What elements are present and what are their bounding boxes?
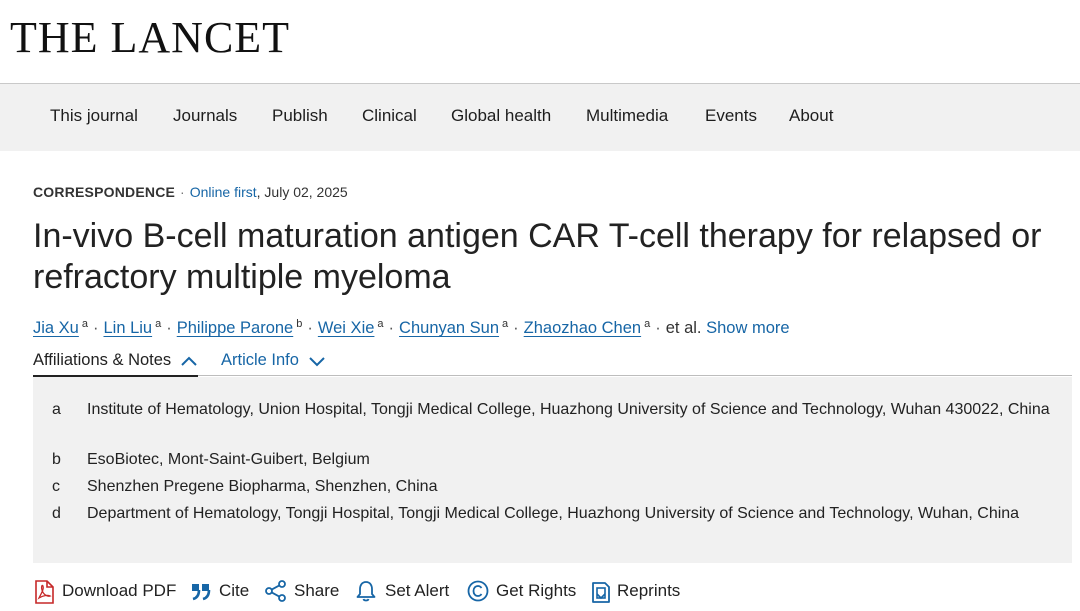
affiliation-letter: b — [52, 451, 61, 468]
share-button[interactable]: Share — [265, 578, 341, 604]
author-affiliation-marker: a — [155, 318, 162, 330]
tab-label: Affiliations & Notes — [33, 351, 172, 369]
cite-button[interactable]: Cite — [191, 578, 251, 604]
get-rights-label: Get Rights — [496, 581, 577, 600]
affiliation-letter: a — [52, 401, 61, 418]
online-first-link[interactable]: Online first — [190, 184, 257, 200]
show-more-authors-button[interactable]: Show more — [706, 319, 789, 337]
share-label: Share — [294, 581, 340, 600]
copyright-icon — [467, 580, 489, 602]
bell-icon — [356, 581, 376, 602]
nav-item-multimedia[interactable]: Multimedia — [586, 105, 668, 127]
masthead: THE LANCET — [0, 0, 1080, 84]
author-link[interactable]: Philippe Parone — [177, 319, 294, 337]
author-separator: · — [307, 319, 313, 337]
get-rights-button[interactable]: Get Rights — [467, 578, 577, 604]
nav-item-global-health[interactable]: Global health — [451, 105, 551, 127]
author-link[interactable]: Chunyan Sun — [399, 319, 499, 337]
author-link[interactable]: Lin Liu — [103, 319, 152, 337]
nav-item-journals[interactable]: Journals — [173, 105, 237, 127]
lancet-logo[interactable]: THE LANCET — [10, 14, 290, 62]
meta-separator: · — [180, 184, 185, 200]
affiliations-panel: a Institute of Hematology, Union Hospita… — [33, 377, 1072, 563]
author-separator: · — [166, 319, 172, 337]
nav-item-clinical[interactable]: Clinical — [362, 105, 417, 127]
share-icon — [265, 580, 286, 602]
chevron-up-icon — [181, 356, 197, 366]
main-nav: This journal Journals Publish Clinical G… — [0, 84, 1080, 151]
reprints-button[interactable]: Reprints — [590, 578, 682, 604]
reprints-label: Reprints — [617, 581, 681, 600]
author-affiliation-marker: a — [377, 318, 384, 330]
author-separator: · — [388, 319, 395, 337]
author-separator: · — [513, 319, 519, 337]
publication-date: , July 02, 2025 — [256, 184, 348, 200]
author-affiliation-marker: a — [502, 318, 509, 330]
download-pdf-label: Download PDF — [62, 581, 177, 600]
quote-icon — [192, 584, 211, 601]
article-meta: CORRESPONDENCE · Online first, July 02, 20… — [33, 183, 348, 201]
cite-label: Cite — [219, 581, 250, 600]
author-affiliation-marker: a — [644, 318, 651, 330]
nav-item-events[interactable]: Events — [705, 105, 757, 127]
reprints-icon — [592, 582, 610, 603]
nav-item-publish[interactable]: Publish — [272, 105, 328, 127]
affiliation-text: EsoBiotec, Mont-Saint-Guibert, Belgium — [87, 451, 370, 468]
download-pdf-button[interactable]: Download PDF — [33, 578, 177, 604]
author-list: Jia Xu a · Lin Liu a · Philippe Parone b · Wei Xi… — [33, 313, 790, 339]
author-separator: · — [655, 319, 661, 337]
affiliation-text: Shenzhen Pregene Biopharma, Shenzhen, Ch… — [87, 478, 438, 495]
author-affiliation-marker: a — [81, 318, 88, 330]
author-separator: · — [92, 319, 99, 337]
article-type: CORRESPONDENCE — [33, 184, 176, 200]
author-link[interactable]: Jia Xu — [33, 319, 79, 337]
author-link[interactable]: Wei Xie — [318, 319, 375, 337]
pdf-icon — [35, 580, 54, 604]
article-tabs: Affiliations & Notes Article Info — [33, 348, 1072, 377]
tab-article-info[interactable]: Article Info — [221, 349, 326, 371]
author-link[interactable]: Zhaozhao Chen — [524, 319, 641, 337]
affiliation-text: Department of Hematology, Tongji Hospita… — [87, 505, 1020, 522]
author-affiliation-marker: b — [296, 318, 303, 330]
affiliation-letter: d — [52, 505, 61, 522]
nav-item-about[interactable]: About — [789, 105, 833, 127]
tab-label: Article Info — [221, 351, 299, 369]
affiliation-letter: c — [52, 478, 60, 495]
article-title: In-vivo B-cell maturation antigen CAR T-… — [33, 217, 1042, 296]
chevron-down-icon — [308, 356, 325, 367]
set-alert-button[interactable]: Set Alert — [355, 578, 451, 604]
et-al-text: et al. — [665, 319, 702, 337]
nav-item-this-journal[interactable]: This journal — [50, 105, 138, 127]
tab-affiliations-notes[interactable]: Affiliations & Notes — [33, 349, 198, 377]
affiliation-text: Institute of Hematology, Union Hospital,… — [87, 401, 1050, 418]
set-alert-label: Set Alert — [385, 581, 450, 600]
